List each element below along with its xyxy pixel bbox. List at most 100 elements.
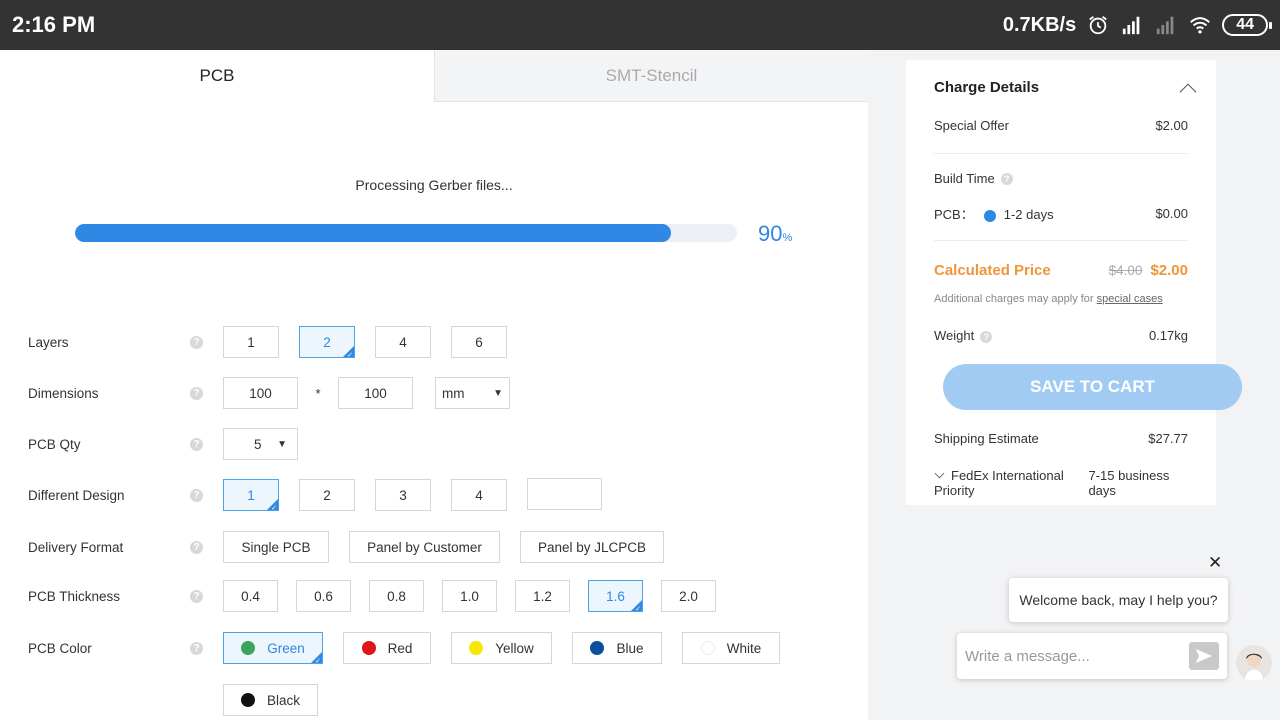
layers-row: Layers ? 1 2 4 6 — [28, 326, 527, 359]
delivery-format-label: Delivery Format — [28, 539, 124, 555]
shipping-carrier-row[interactable]: FedEx International Priority 7-15 busine… — [934, 468, 1188, 498]
battery-icon: 44 — [1222, 14, 1272, 36]
signal-icon — [1123, 16, 1140, 35]
help-icon[interactable]: ? — [190, 540, 203, 554]
chat-close-icon[interactable]: ✕ — [1208, 553, 1222, 573]
divider — [934, 153, 1188, 154]
processing-text: Processing Gerber files... — [355, 177, 513, 193]
thickness-label: PCB Thickness — [28, 588, 121, 604]
layers-label: Layers — [28, 334, 69, 350]
help-icon[interactable]: ? — [190, 488, 203, 502]
thickness-option-0-6[interactable]: 0.6 — [296, 580, 351, 612]
caret-down-icon: ▼ — [277, 438, 287, 450]
help-icon[interactable]: ? — [980, 330, 993, 343]
thickness-option-0-4[interactable]: 0.4 — [223, 580, 278, 612]
network-speed: 0.7KB/s — [1002, 13, 1077, 36]
charges-note: Additional charges may apply for special… — [934, 293, 1163, 305]
color-option-black[interactable]: Black — [223, 684, 318, 716]
height-input[interactable]: 100 — [338, 377, 413, 409]
color-option-green[interactable]: Green — [223, 632, 323, 665]
radio-selected-icon[interactable] — [983, 209, 996, 222]
special-offer-row: Special Offer $2.00 — [934, 118, 1188, 133]
red-swatch-icon — [361, 641, 376, 655]
chat-message-input[interactable] — [965, 647, 1189, 665]
color-label: PCB Color — [28, 640, 92, 656]
support-avatar[interactable] — [1236, 645, 1272, 681]
color-option-red[interactable]: Red — [343, 632, 431, 664]
design-option-3[interactable]: 3 — [375, 479, 431, 511]
yellow-swatch-icon — [469, 641, 484, 655]
help-icon[interactable]: ? — [190, 386, 203, 400]
design-custom-input[interactable] — [527, 477, 602, 510]
save-to-cart-button[interactable]: SAVE TO CART — [943, 364, 1242, 410]
weight-row: Weight? 0.17kg — [934, 328, 1188, 343]
chevron-down-icon — [934, 468, 945, 479]
thickness-row: PCB Thickness ? 0.4 0.6 0.8 1.0 1.2 1.6 … — [28, 580, 716, 613]
white-swatch-icon — [700, 641, 715, 655]
send-icon[interactable] — [1189, 642, 1219, 670]
help-icon[interactable]: ? — [190, 589, 203, 603]
alarm-icon — [1089, 16, 1108, 35]
chat-input-box — [957, 633, 1227, 679]
help-icon[interactable]: ? — [190, 437, 203, 451]
wifi-icon — [1190, 17, 1211, 34]
qty-select[interactable]: 5 ▼ — [223, 428, 298, 460]
delivery-option-panel-customer[interactable]: Panel by Customer — [349, 531, 500, 563]
layers-option-4[interactable]: 4 — [375, 326, 431, 358]
layers-option-1[interactable]: 1 — [223, 326, 279, 358]
qty-row: PCB Qty ? 5 ▼ — [28, 428, 298, 460]
charge-details-panel: Charge Details Special Offer $2.00 Build… — [906, 60, 1242, 505]
layers-option-2[interactable]: 2 — [299, 326, 355, 359]
delivery-option-panel-jlcpcb[interactable]: Panel by JLCPCB — [520, 531, 664, 563]
color-option-white[interactable]: White — [682, 632, 780, 664]
color-option-blue[interactable]: Blue — [572, 632, 662, 664]
design-option-4[interactable]: 4 — [451, 479, 507, 511]
thickness-option-1-0[interactable]: 1.0 — [442, 580, 497, 612]
progress-fill — [75, 224, 671, 242]
progress-bar — [75, 224, 737, 242]
build-time-row: Build Time? — [934, 171, 1188, 186]
tab-smt-stencil[interactable]: SMT-Stencil — [434, 50, 868, 102]
divider — [934, 240, 1188, 241]
quote-panel: PCB SMT-Stencil Processing Gerber files.… — [0, 50, 868, 720]
design-option-2[interactable]: 2 — [299, 479, 355, 511]
color-row-2: Black — [223, 684, 338, 716]
pcb-build-row: PCB： 1-2 days $0.00 — [934, 206, 1188, 222]
calculated-price-row: Calculated Price $4.00 $2.00 — [934, 262, 1188, 279]
thickness-option-2-0[interactable]: 2.0 — [661, 580, 716, 612]
caret-down-icon: ▼ — [493, 387, 503, 399]
chevron-up-icon[interactable] — [1179, 83, 1197, 101]
status-time: 2:16 PM — [12, 12, 96, 37]
delivery-option-single[interactable]: Single PCB — [223, 531, 329, 563]
layers-option-6[interactable]: 6 — [451, 326, 507, 358]
unit-select[interactable]: mm ▼ — [435, 377, 510, 409]
chat-welcome-bubble[interactable]: Welcome back, may I help you? — [1009, 578, 1228, 622]
charge-details-title: Charge Details — [934, 79, 1040, 96]
shipping-row: Shipping Estimate $27.77 — [934, 431, 1188, 446]
green-swatch-icon — [241, 641, 256, 655]
black-swatch-icon — [240, 693, 255, 707]
dimensions-label: Dimensions — [28, 385, 99, 401]
help-icon[interactable]: ? — [190, 641, 203, 655]
dimensions-row: Dimensions ? 100 * 100 mm ▼ — [28, 377, 510, 409]
thickness-option-0-8[interactable]: 0.8 — [369, 580, 424, 612]
help-icon[interactable]: ? — [190, 335, 203, 349]
delivery-format-row: Delivery Format ? Single PCB Panel by Cu… — [28, 531, 684, 563]
status-bar: 2:16 PM 0.7KB/s 44 — [0, 0, 1280, 50]
tab-pcb[interactable]: PCB — [0, 50, 434, 102]
thickness-option-1-2[interactable]: 1.2 — [515, 580, 570, 612]
blue-swatch-icon — [590, 641, 605, 655]
dimension-separator: * — [315, 385, 321, 401]
different-design-row: Different Design ? 1 2 3 4 — [28, 477, 602, 512]
color-option-yellow[interactable]: Yellow — [451, 632, 552, 664]
design-option-1[interactable]: 1 — [223, 479, 279, 512]
color-row: PCB Color ? Green Red Yellow Blue White — [28, 632, 800, 665]
help-icon[interactable]: ? — [1000, 172, 1013, 185]
signal-off-icon — [1157, 16, 1174, 35]
thickness-option-1-6[interactable]: 1.6 — [588, 580, 643, 613]
special-cases-link[interactable]: special cases — [1097, 293, 1163, 305]
different-design-label: Different Design — [28, 487, 125, 503]
progress-percent: 90% — [758, 221, 793, 246]
qty-label: PCB Qty — [28, 436, 81, 452]
width-input[interactable]: 100 — [223, 377, 298, 409]
